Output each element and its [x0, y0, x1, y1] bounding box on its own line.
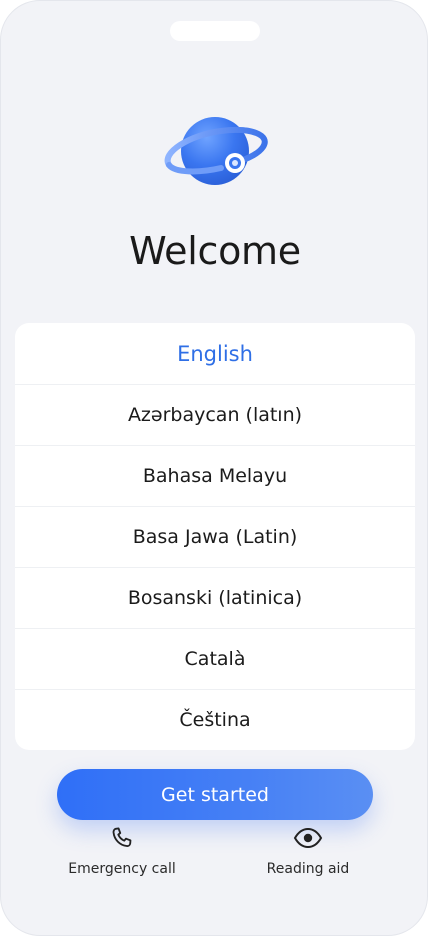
- language-item-bosnian[interactable]: Bosanski (latinica): [15, 567, 415, 628]
- phone-icon: [107, 823, 137, 853]
- reading-aid-button[interactable]: Reading aid: [238, 823, 378, 877]
- language-item-malay[interactable]: Bahasa Melayu: [15, 445, 415, 506]
- language-item-english[interactable]: English: [15, 323, 415, 384]
- get-started-button[interactable]: Get started: [57, 769, 373, 820]
- language-item-azerbaijani[interactable]: Azərbaycan (latın): [15, 384, 415, 445]
- globe-orbit-icon: [159, 113, 271, 195]
- language-item-catalan[interactable]: Català: [15, 628, 415, 689]
- device-screen: Welcome English Azərbaycan (latın) Bahas…: [0, 0, 428, 936]
- eye-icon: [293, 823, 323, 853]
- notch: [170, 21, 260, 41]
- language-list: English Azərbaycan (latın) Bahasa Melayu…: [15, 323, 415, 750]
- reading-aid-label: Reading aid: [266, 861, 350, 877]
- language-item-czech[interactable]: Čeština: [15, 689, 415, 750]
- emergency-call-label: Emergency call: [68, 861, 176, 877]
- emergency-call-button[interactable]: Emergency call: [52, 823, 192, 877]
- welcome-title: Welcome: [129, 229, 301, 273]
- language-item-javanese[interactable]: Basa Jawa (Latin): [15, 506, 415, 567]
